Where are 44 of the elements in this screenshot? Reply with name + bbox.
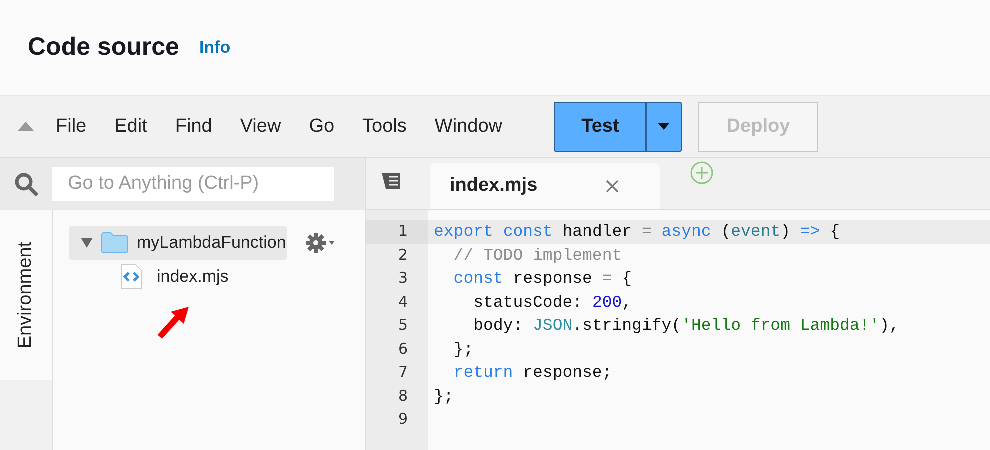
line-number: 6 (397, 338, 409, 360)
line-number: 7 (397, 362, 409, 383)
gear-icon[interactable] (305, 232, 335, 254)
code-line: // TODO implement (452, 246, 622, 264)
folder-name: myLambdaFunction (137, 233, 286, 253)
code-line: export const handler = async (event) => { (434, 222, 840, 241)
menu-item[interactable]: Edit (114, 116, 148, 138)
search-field[interactable]: Go to Anything (Ctrl-P) (52, 167, 334, 201)
code-file-icon (121, 264, 143, 290)
section-title: Code source (28, 33, 180, 62)
menu-item[interactable]: Go (309, 116, 335, 138)
code-line: body: JSON.stringify('Hello from Lambda!'), (472, 316, 900, 335)
environment-tab[interactable]: Environment (0, 210, 52, 380)
collapse-icon[interactable] (18, 122, 34, 131)
menu-item[interactable]: Tools (362, 116, 407, 138)
menu-item[interactable]: View (240, 116, 282, 138)
search-icon[interactable] (14, 172, 38, 196)
close-icon[interactable] (606, 180, 619, 192)
code-line: }; (452, 340, 474, 358)
code-line: const response = { (452, 269, 632, 288)
folder-row[interactable]: myLambdaFunction (69, 226, 287, 260)
code-line: statusCode: 200, (472, 292, 632, 312)
annotation-arrow (157, 306, 191, 340)
menu-item[interactable]: Window (434, 116, 502, 138)
line-number: 2 (397, 244, 409, 266)
code-line: return response; (452, 363, 612, 382)
line-number: 9 (397, 409, 409, 430)
dropdown-button[interactable] (646, 102, 682, 152)
line-number: 1 (366, 220, 428, 244)
editor-tab[interactable]: index.mjs (430, 163, 660, 209)
file-row[interactable]: index.mjs (121, 262, 365, 292)
file-name: index.mjs (157, 267, 229, 287)
info-link[interactable]: Info (199, 38, 231, 58)
code-line: }; (434, 386, 454, 406)
line-number: 5 (397, 315, 409, 336)
line-number: 8 (397, 386, 409, 406)
folder-icon (101, 232, 129, 254)
line-number: 3 (397, 268, 409, 289)
line-number: 4 (397, 292, 409, 312)
menu-item[interactable]: File (56, 116, 87, 138)
caret-icon (658, 123, 670, 130)
menu-item[interactable]: Find (175, 116, 212, 138)
test-button[interactable]: Test (554, 102, 646, 152)
caret-icon (81, 238, 93, 248)
